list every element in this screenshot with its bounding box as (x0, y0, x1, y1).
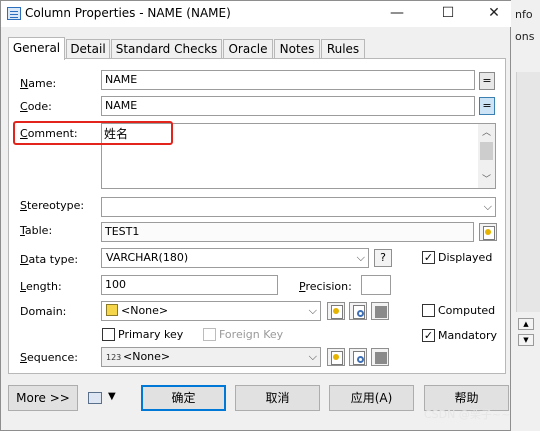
properties-icon (350, 349, 368, 367)
ok-button[interactable]: 确定 (141, 385, 226, 411)
sequence-new-button[interactable] (327, 348, 345, 366)
scroll-up-arrow-icon[interactable]: ︿ (478, 126, 495, 141)
print-menu-button[interactable]: ▼ (86, 389, 120, 409)
watermark: CSDN @栗子~~ (424, 408, 511, 421)
new-document-icon (328, 349, 346, 367)
apply-button[interactable]: 应用(A) (329, 385, 414, 411)
chevron-down-icon: ⌵ (356, 251, 365, 264)
mandatory-checkbox[interactable]: ✓ (422, 329, 435, 342)
maximize-button[interactable]: ☐ (425, 1, 471, 27)
background-scroll-down-button[interactable]: ▼ (518, 334, 534, 346)
datatype-select[interactable]: VARCHAR(180) ⌵ (101, 248, 369, 268)
close-button[interactable]: ✕ (471, 1, 517, 27)
stereotype-select[interactable]: ⌵ (101, 197, 496, 217)
scroll-thumb[interactable] (480, 142, 493, 160)
properties-icon (350, 303, 368, 321)
window-title: Column Properties - NAME (NAME) (25, 6, 231, 20)
stereotype-label: Stereotype: (20, 199, 85, 212)
length-label: Length: (20, 280, 62, 293)
displayed-checkbox[interactable]: ✓ (422, 251, 435, 264)
foreign-key-label: Foreign Key (219, 328, 284, 341)
tab-standard-checks[interactable]: Standard Checks (111, 39, 222, 59)
code-label: Code: (20, 100, 52, 113)
length-input[interactable]: 100 (101, 275, 278, 295)
app-icon (7, 7, 21, 20)
mandatory-label: Mandatory (438, 329, 498, 342)
name-input[interactable]: NAME (101, 70, 475, 90)
precision-label: Precision: (299, 280, 352, 293)
background-window-text: nfo (515, 8, 533, 21)
more-button[interactable]: More >> (8, 385, 78, 411)
tab-general[interactable]: General (8, 37, 65, 60)
comment-scrollbar[interactable]: ︿ ﹀ (478, 124, 495, 188)
datatype-label: Data type: (20, 253, 79, 266)
title-bar[interactable]: Column Properties - NAME (NAME) — ☐ ✕ (1, 1, 511, 27)
printer-icon (88, 392, 102, 404)
computed-label: Computed (438, 304, 496, 317)
sequence-select[interactable]: 123 <None> ⌵ (101, 347, 321, 367)
primary-key-label: Primary key (118, 328, 184, 341)
foreign-key-checkbox (203, 328, 216, 341)
displayed-label: Displayed (438, 251, 493, 264)
domain-label: Domain: (20, 305, 67, 318)
properties-icon (480, 224, 498, 242)
domain-create-button[interactable] (371, 302, 389, 320)
tab-notes[interactable]: Notes (274, 39, 320, 59)
background-scroll-up-button[interactable]: ▲ (518, 318, 534, 330)
code-sync-button[interactable]: = (479, 97, 495, 115)
datatype-help-button[interactable]: ? (374, 249, 392, 267)
chevron-down-icon: ⌵ (308, 304, 317, 317)
create-icon (372, 349, 390, 367)
minimize-button[interactable]: — (374, 1, 420, 27)
new-document-icon (328, 303, 346, 321)
tab-oracle[interactable]: Oracle (223, 39, 273, 59)
tab-detail[interactable]: Detail (66, 39, 110, 59)
scroll-down-arrow-icon[interactable]: ﹀ (478, 173, 495, 188)
chevron-down-icon: ⌵ (308, 350, 317, 363)
table-field[interactable]: TEST1 (101, 222, 474, 242)
table-properties-button[interactable] (479, 223, 497, 241)
sequence-label: Sequence: (20, 351, 78, 364)
tab-rules[interactable]: Rules (321, 39, 365, 59)
background-scrollbar[interactable] (516, 72, 540, 312)
column-properties-dialog: Column Properties - NAME (NAME) — ☐ ✕ Ge… (0, 0, 511, 431)
domain-new-button[interactable] (327, 302, 345, 320)
computed-checkbox[interactable] (422, 304, 435, 317)
background-window-text: ons (515, 30, 535, 43)
domain-select[interactable]: <None> ⌵ (101, 301, 321, 321)
create-icon (372, 303, 390, 321)
sequence-properties-button[interactable] (349, 348, 367, 366)
primary-key-checkbox[interactable] (102, 328, 115, 341)
name-label: Name: (20, 77, 57, 90)
comment-highlight-box (13, 121, 173, 145)
domain-properties-button[interactable] (349, 302, 367, 320)
chevron-down-icon: ⌵ (483, 200, 492, 213)
name-code-sync-button[interactable]: = (479, 72, 495, 90)
background-window: nfo ons ▲ ▼ (510, 0, 540, 431)
sequence-create-button[interactable] (371, 348, 389, 366)
code-input[interactable]: NAME (101, 96, 475, 116)
dropdown-arrow-icon: ▼ (108, 391, 116, 402)
table-label: Table: (20, 224, 53, 237)
domain-icon (106, 304, 118, 316)
sequence-icon: 123 (106, 353, 122, 362)
precision-input[interactable] (361, 275, 391, 295)
cancel-button[interactable]: 取消 (235, 385, 320, 411)
